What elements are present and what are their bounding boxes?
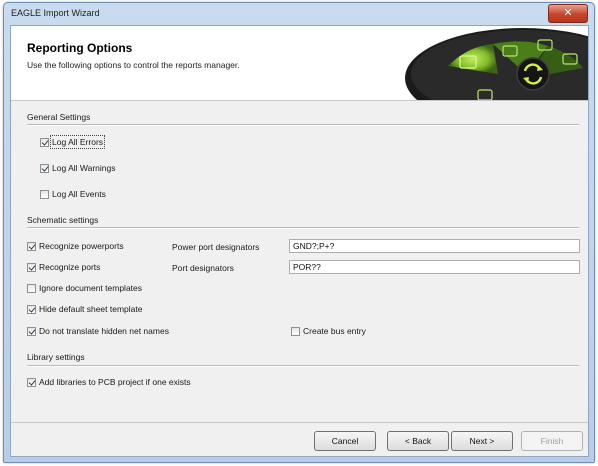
checkbox-box[interactable] xyxy=(27,304,36,314)
page-title: Reporting Options xyxy=(27,41,133,55)
schematic-settings-heading: Schematic settings xyxy=(27,215,99,225)
port-designators-label: Port designators xyxy=(172,263,234,273)
checkbox-box[interactable] xyxy=(27,326,36,336)
finish-button[interactable]: Finish xyxy=(521,431,583,451)
wizard-window: EAGLE Import Wizard ✕ Reporting Options … xyxy=(3,2,595,463)
recognize-powerports-checkbox[interactable]: Recognize powerports xyxy=(27,241,124,251)
library-settings-heading: Library settings xyxy=(27,352,85,362)
checkbox-box[interactable] xyxy=(40,163,49,173)
hide-default-sheet-template-checkbox[interactable]: Hide default sheet template xyxy=(27,304,142,314)
checkbox-box[interactable] xyxy=(40,137,49,147)
log-all-warnings-checkbox[interactable]: Log All Warnings xyxy=(40,163,115,173)
checkbox-label: Log All Errors xyxy=(49,135,106,149)
reports-dial-graphic xyxy=(405,28,588,100)
power-port-designators-label: Power port designators xyxy=(172,242,260,252)
checkbox-box[interactable] xyxy=(27,377,36,387)
title-bar[interactable]: EAGLE Import Wizard ✕ xyxy=(4,3,594,25)
library-settings-divider xyxy=(27,365,579,367)
checkbox-label: Log All Warnings xyxy=(52,163,116,173)
checkbox-label: Recognize powerports xyxy=(39,241,124,251)
create-bus-entry-checkbox[interactable]: Create bus entry xyxy=(291,326,366,336)
general-settings-divider xyxy=(27,124,579,126)
log-all-errors-checkbox[interactable]: Log All Errors xyxy=(40,135,106,149)
cancel-button[interactable]: Cancel xyxy=(314,431,376,451)
wizard-header: Reporting Options Use the following opti… xyxy=(11,26,588,101)
checkbox-label: Create bus entry xyxy=(303,326,366,336)
back-button[interactable]: < Back xyxy=(387,431,449,451)
checkbox-label: Recognize ports xyxy=(39,262,101,272)
checkbox-label: Hide default sheet template xyxy=(39,304,143,314)
general-settings-heading: General Settings xyxy=(27,112,91,122)
power-port-designators-input[interactable] xyxy=(289,239,580,253)
do-not-translate-hidden-net-names-checkbox[interactable]: Do not translate hidden net names xyxy=(27,326,169,336)
checkbox-box[interactable] xyxy=(27,241,36,251)
schematic-settings-divider xyxy=(27,227,579,229)
log-all-events-checkbox[interactable]: Log All Events xyxy=(40,189,106,199)
checkbox-label: Log All Events xyxy=(52,189,106,199)
recognize-ports-checkbox[interactable]: Recognize ports xyxy=(27,262,100,272)
checkbox-box[interactable] xyxy=(27,262,36,272)
footer-divider xyxy=(11,422,588,423)
checkbox-box[interactable] xyxy=(27,283,36,293)
close-button[interactable]: ✕ xyxy=(548,4,588,23)
ignore-document-templates-checkbox[interactable]: Ignore document templates xyxy=(27,283,142,293)
page-subtitle: Use the following options to control the… xyxy=(27,60,240,70)
port-designators-input[interactable] xyxy=(289,260,580,274)
wizard-client-area: Reporting Options Use the following opti… xyxy=(10,25,589,457)
checkbox-box[interactable] xyxy=(291,326,300,336)
checkbox-label: Add libraries to PCB project if one exis… xyxy=(39,377,191,387)
checkbox-box[interactable] xyxy=(40,189,49,199)
checkbox-label: Do not translate hidden net names xyxy=(39,326,169,336)
close-icon: ✕ xyxy=(563,7,573,19)
add-libraries-checkbox[interactable]: Add libraries to PCB project if one exis… xyxy=(27,377,191,387)
checkbox-label: Ignore document templates xyxy=(39,283,143,293)
window-title: EAGLE Import Wizard xyxy=(11,8,100,18)
next-button[interactable]: Next > xyxy=(451,431,513,451)
